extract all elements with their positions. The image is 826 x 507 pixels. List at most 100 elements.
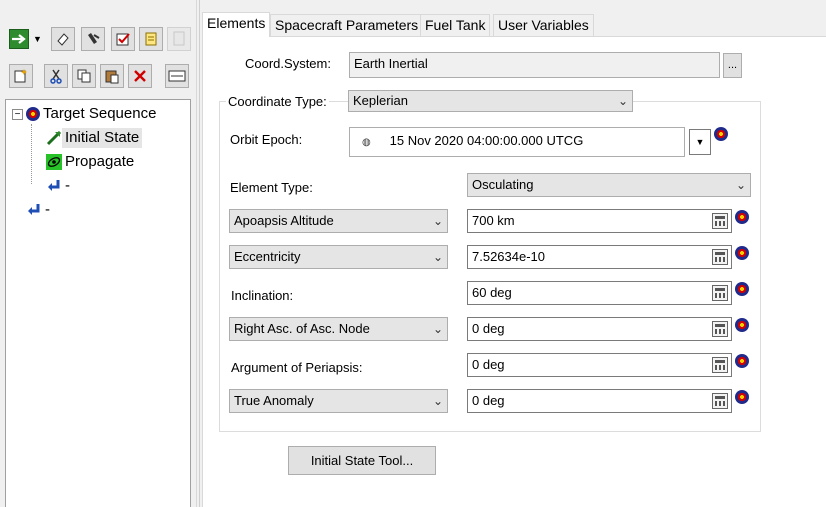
apoapsis-altitude-select[interactable]: Apoapsis Altitude ⌄ (229, 209, 448, 233)
propagate-icon (46, 154, 62, 170)
argument-of-periapsis-input[interactable]: 0 deg (467, 353, 732, 377)
tab-elements[interactable]: Elements (202, 12, 271, 37)
mcs-icon (168, 70, 186, 82)
tree-item-label: Target Sequence (43, 105, 157, 122)
coord-system-label: Coord.System: (245, 56, 331, 71)
element-value: 7.52634e-10 (472, 249, 546, 264)
eccentricity-input[interactable]: 7.52634e-10 (467, 245, 732, 269)
tree-item-return-outer[interactable]: - (26, 200, 53, 220)
brush-button[interactable] (81, 27, 105, 51)
initial-state-icon (46, 130, 62, 146)
tree-item-propagate[interactable]: Propagate (46, 152, 137, 172)
eraser-button[interactable] (51, 27, 75, 51)
calculator-icon[interactable] (712, 393, 728, 409)
run-dropdown-icon[interactable]: ▼ (33, 31, 45, 47)
chevron-down-icon: ⌄ (617, 94, 628, 108)
notes-button[interactable] (139, 27, 163, 51)
tree-item-label: - (65, 177, 70, 194)
run-button[interactable] (9, 29, 29, 49)
paste-button[interactable] (100, 64, 124, 88)
true-anomaly-input[interactable]: 0 deg (467, 389, 732, 413)
raan-select[interactable]: Right Asc. of Asc. Node ⌄ (229, 317, 448, 341)
chevron-down-icon: ⌄ (432, 322, 443, 336)
checklist-icon (116, 33, 130, 46)
eccentricity-select[interactable]: Eccentricity ⌄ (229, 245, 448, 269)
coordinate-type-label: Coordinate Type: (226, 94, 329, 109)
return-arrow-icon (28, 204, 40, 215)
tree-item-initial-state[interactable]: Initial State (46, 128, 143, 148)
calculator-icon[interactable] (712, 321, 728, 337)
collapse-toggle-icon[interactable]: − (12, 109, 23, 120)
true-anomaly-target-icon[interactable] (735, 390, 749, 404)
tree-item-label: Initial State (62, 128, 143, 148)
cut-button[interactable] (44, 64, 68, 88)
new-item-icon (14, 69, 27, 83)
argument-of-periapsis-target-icon[interactable] (735, 354, 749, 368)
document-icon (173, 31, 185, 46)
element-value: 0 deg (472, 393, 505, 408)
tree-guide-line (31, 124, 32, 184)
apoapsis-altitude-input[interactable]: 700 km (467, 209, 732, 233)
mcs-button[interactable] (165, 64, 189, 88)
panel-splitter[interactable] (196, 0, 200, 507)
tree-item-return[interactable]: - (46, 176, 73, 196)
orbit-epoch-label: Orbit Epoch: (230, 132, 303, 147)
element-label: Apoapsis Altitude (234, 213, 334, 228)
inclination-label: Inclination: (231, 288, 294, 303)
element-value: 60 deg (472, 285, 512, 300)
arrow-right-icon (12, 34, 26, 44)
tab-spacecraft-parameters[interactable]: Spacecraft Parameters (270, 14, 424, 36)
chevron-down-icon: ⌄ (735, 178, 746, 192)
element-type-value: Osculating (472, 177, 534, 192)
orbit-epoch-target-icon[interactable] (714, 127, 728, 141)
calculator-icon[interactable] (712, 213, 728, 229)
element-type-select[interactable]: Osculating ⌄ (467, 173, 751, 197)
element-type-label: Element Type: (230, 180, 313, 195)
chevron-down-icon: ⌄ (432, 214, 443, 228)
scissors-icon (50, 69, 62, 84)
raan-target-icon[interactable] (735, 318, 749, 332)
element-value: 0 deg (472, 321, 505, 336)
chevron-down-icon: ⌄ (432, 394, 443, 408)
inclination-input[interactable]: 60 deg (467, 281, 732, 305)
coordinate-type-select[interactable]: Keplerian ⌄ (348, 90, 633, 112)
notes-icon (145, 32, 157, 46)
delete-button[interactable] (128, 64, 152, 88)
orbit-epoch-value: 15 Nov 2020 04:00:00.000 UTCG (389, 133, 584, 148)
disabled-tool-button (167, 27, 191, 51)
copy-icon (77, 69, 91, 83)
argument-of-periapsis-label: Argument of Periapsis: (231, 360, 363, 375)
clock-icon: ◍ (362, 137, 371, 148)
mission-sequence-tree[interactable]: − Target Sequence Initial State Propagat… (5, 99, 191, 507)
element-label: Eccentricity (234, 249, 301, 264)
raan-input[interactable]: 0 deg (467, 317, 732, 341)
check-button[interactable] (111, 27, 135, 51)
true-anomaly-select[interactable]: True Anomaly ⌄ (229, 389, 448, 413)
tab-fuel-tank[interactable]: Fuel Tank (420, 14, 491, 36)
tree-item-label: Propagate (65, 153, 135, 170)
initial-state-tool-button[interactable]: Initial State Tool... (288, 446, 436, 475)
new-item-button[interactable] (9, 64, 33, 88)
tree-item-label: - (45, 201, 50, 218)
inclination-target-icon[interactable] (735, 282, 749, 296)
paste-icon (105, 70, 119, 84)
element-label: Right Asc. of Asc. Node (234, 321, 370, 336)
tree-item-target-sequence[interactable]: Target Sequence (26, 104, 159, 124)
element-label: True Anomaly (234, 393, 314, 408)
target-sequence-icon (26, 107, 40, 121)
coord-system-field[interactable]: Earth Inertial (349, 52, 720, 78)
tab-user-variables[interactable]: User Variables (493, 14, 594, 36)
copy-button[interactable] (72, 64, 96, 88)
orbit-epoch-dropdown-button[interactable]: ▼ (689, 129, 711, 155)
orbit-epoch-field[interactable]: ◍ 15 Nov 2020 04:00:00.000 UTCG (349, 127, 685, 157)
calculator-icon[interactable] (712, 249, 728, 265)
eccentricity-target-icon[interactable] (735, 246, 749, 260)
eraser-icon (57, 33, 69, 46)
element-value: 700 km (472, 213, 515, 228)
apoapsis-altitude-target-icon[interactable] (735, 210, 749, 224)
calculator-icon[interactable] (712, 357, 728, 373)
delete-x-icon (134, 70, 146, 82)
calculator-icon[interactable] (712, 285, 728, 301)
coord-system-browse-button[interactable]: ... (723, 53, 742, 78)
return-arrow-icon (48, 180, 60, 191)
